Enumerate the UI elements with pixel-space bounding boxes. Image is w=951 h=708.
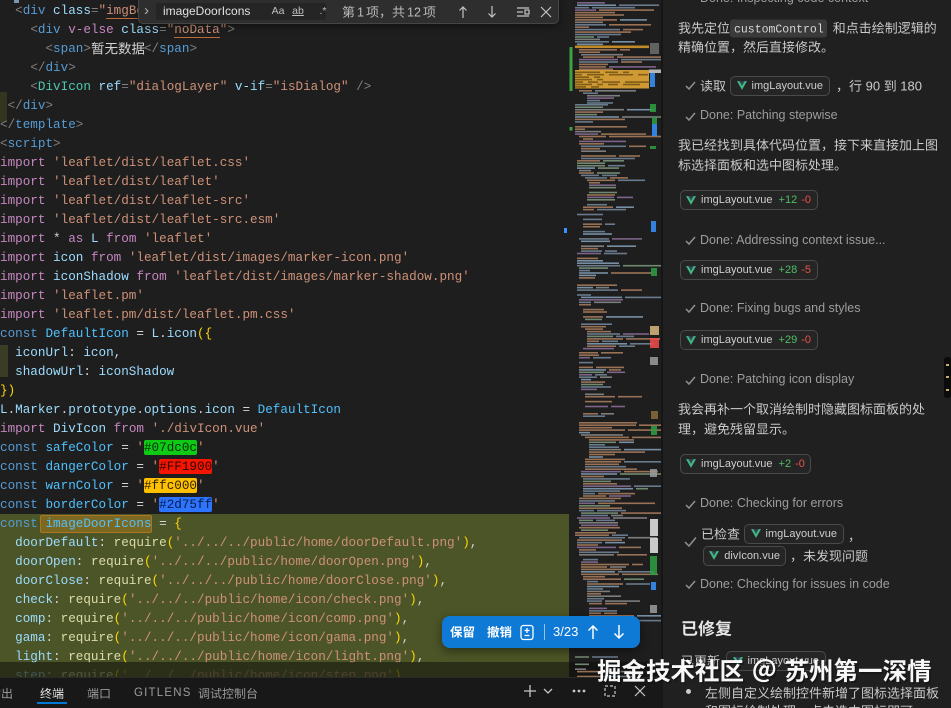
svg-text:12: 12 — [407, 5, 421, 19]
svg-text:180: 180 — [897, 78, 922, 93]
svg-text:customControl: customControl — [734, 23, 824, 36]
svg-text:90: 90 — [862, 78, 884, 93]
svg-text:1: 1 — [357, 5, 364, 19]
